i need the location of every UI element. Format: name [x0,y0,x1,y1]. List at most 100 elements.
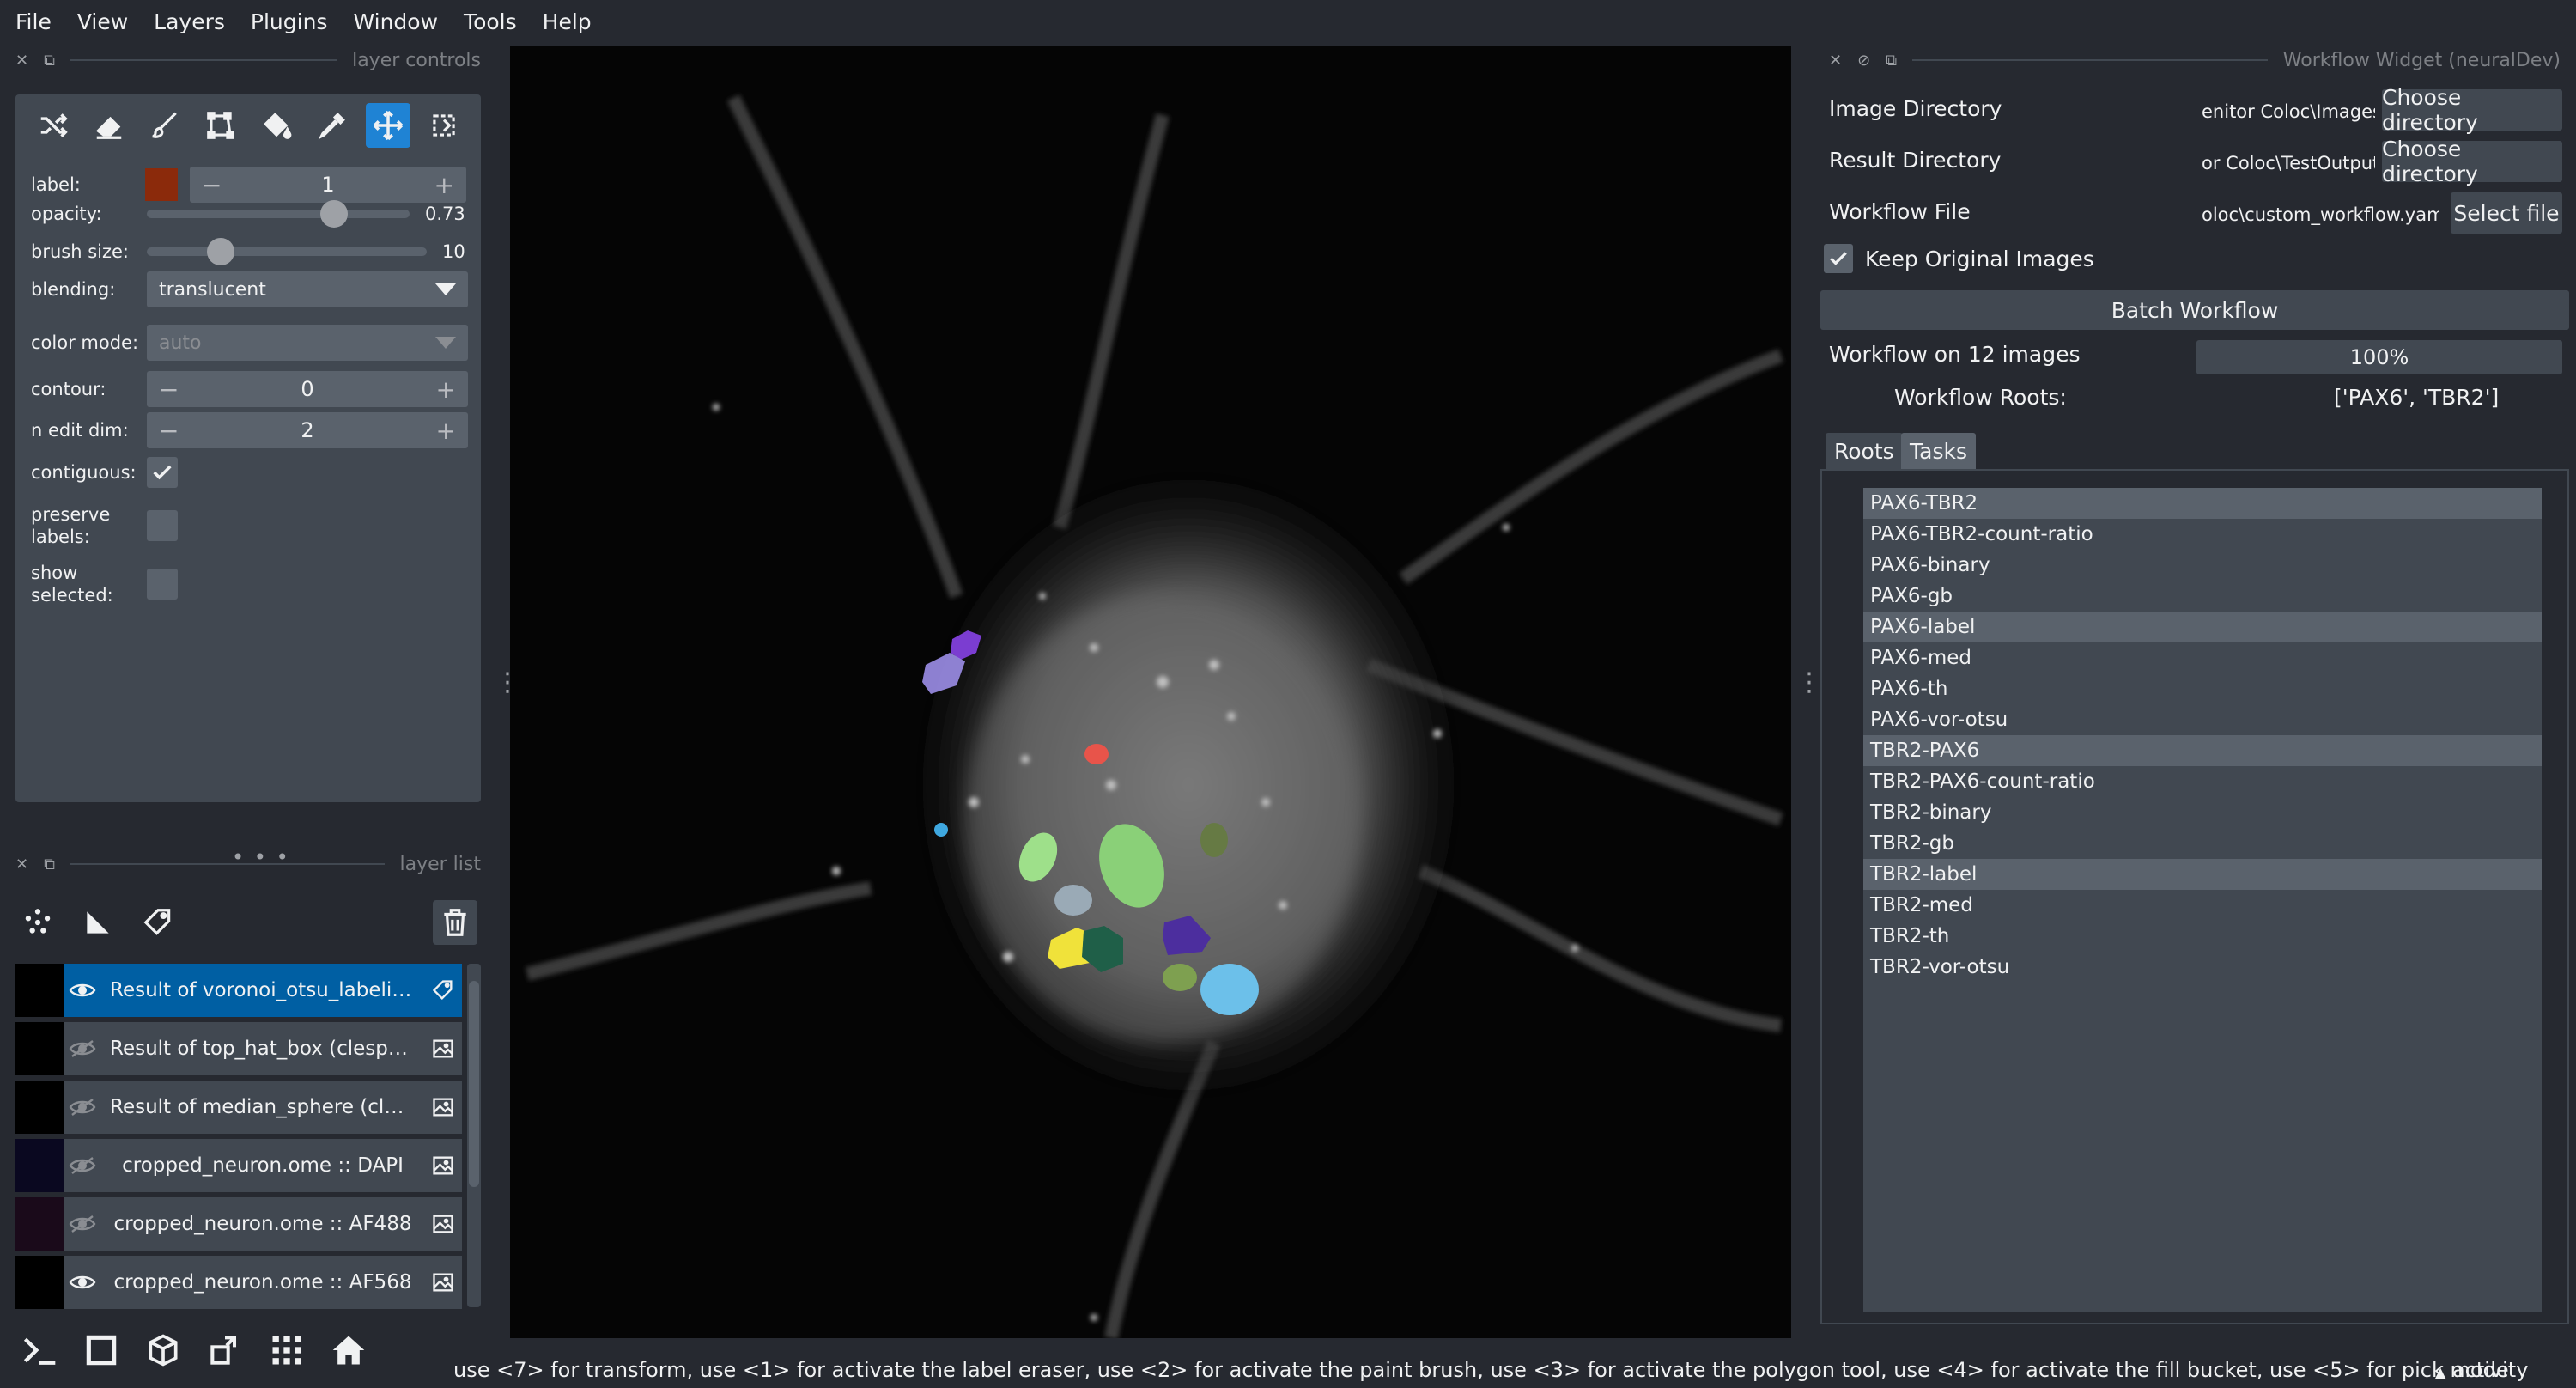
roots-row: Workflow Roots: [1894,385,2067,410]
delete-layer-button[interactable] [433,900,477,945]
task-item[interactable]: TBR2-binary [1863,797,2542,828]
pin-dock-icon[interactable]: ⊘ [1857,52,1870,70]
task-item[interactable]: PAX6-th [1863,673,2542,704]
contiguous-checkbox[interactable] [147,457,178,488]
menu-plugins[interactable]: Plugins [251,9,328,34]
workflow-widget-header: ✕ ⊘ ⧉ Workflow Widget (neuralDev) [1814,45,2576,76]
show-selected-checkbox[interactable] [147,569,178,600]
task-item[interactable]: TBR2-vor-otsu [1863,952,2542,983]
increment-icon[interactable]: + [434,171,454,199]
opacity-slider[interactable] [147,200,410,228]
caret-up-icon: ▲ [2435,1364,2446,1380]
keep-original-checkbox[interactable] [1824,244,1853,273]
status-bar: use <7> for transform, use <1> for activ… [0,1352,2576,1388]
close-dock-icon[interactable]: ✕ [15,855,28,874]
label-color-swatch[interactable] [145,168,178,201]
image-directory-path[interactable]: enitor Coloc\Images [2196,93,2375,131]
task-item[interactable]: TBR2-th [1863,921,2542,952]
task-item[interactable]: TBR2-PAX6-count-ratio [1863,766,2542,797]
new-points-layer-button[interactable] [15,900,60,945]
image-canvas[interactable] [510,46,1791,1338]
layer-row[interactable]: Result of median_sphere (clesp... [15,1081,462,1134]
layer-row[interactable]: cropped_neuron.ome :: DAPI [15,1139,462,1192]
eraser-button[interactable] [87,103,131,148]
workflow-file-row: Workflow File [1829,199,1971,224]
menu-file[interactable]: File [15,9,52,34]
color-picker-button[interactable] [310,103,355,148]
contiguous-row: contiguous: [31,457,178,488]
eye-closed-icon[interactable] [64,1039,101,1058]
pan-zoom-button[interactable] [366,103,410,148]
eye-open-icon[interactable] [64,981,101,1000]
decrement-icon[interactable]: − [159,417,179,445]
color-mode-value: auto [159,332,202,354]
task-item[interactable]: PAX6-vor-otsu [1863,704,2542,735]
float-dock-icon[interactable]: ⧉ [44,855,55,874]
image-icon [424,1154,462,1178]
shuffle-colors-button[interactable] [31,103,76,148]
menu-window[interactable]: Window [353,9,438,34]
workflow-file-label: Workflow File [1829,199,1971,224]
blending-dropdown[interactable]: translucent [147,271,468,307]
label-spinbox[interactable]: − 1 + [190,167,466,203]
brush-size-label: brush size: [31,241,129,262]
menu-tools[interactable]: Tools [464,9,517,34]
task-item[interactable]: PAX6-binary [1863,550,2542,581]
layer-row[interactable]: cropped_neuron.ome :: AF488 [15,1197,462,1251]
polygon-tool-button[interactable] [198,103,243,148]
preserve-labels-label: preserve labels: [31,504,111,547]
activity-button[interactable]: ▲ activity [2435,1358,2528,1382]
task-item[interactable]: TBR2-PAX6 [1863,735,2542,766]
batch-workflow-button[interactable]: Batch Workflow [1820,290,2569,330]
float-dock-icon[interactable]: ⧉ [44,52,55,70]
layer-row[interactable]: Result of voronoi_otsu_labelin... [15,964,462,1017]
color-mode-dropdown[interactable]: auto [147,325,468,361]
eraser-icon [95,116,122,139]
decrement-icon[interactable]: − [159,375,179,404]
layer-row[interactable]: Result of top_hat_box (clesper... [15,1022,462,1075]
task-item[interactable]: PAX6-gb [1863,581,2542,612]
new-labels-layer-button[interactable] [136,900,180,945]
menu-help[interactable]: Help [543,9,592,34]
transform-button[interactable] [422,103,466,148]
tab-roots[interactable]: Roots [1826,433,1903,469]
task-item[interactable]: PAX6-TBR2-count-ratio [1863,519,2542,550]
eye-closed-icon[interactable] [64,1098,101,1117]
menu-view[interactable]: View [77,9,128,34]
task-item[interactable]: TBR2-med [1863,890,2542,921]
task-item[interactable]: PAX6-med [1863,642,2542,673]
eye-closed-icon[interactable] [64,1214,101,1233]
brush-size-slider[interactable] [147,238,427,265]
choose-image-directory-button[interactable]: Choose directory [2382,85,2562,135]
new-shapes-layer-button[interactable] [76,900,120,945]
layer-row[interactable]: cropped_neuron.ome :: AF568 [15,1256,462,1309]
tasks-panel: PAX6-TBR2 PAX6-TBR2-count-ratio PAX6-binar… [1820,469,2569,1324]
tab-tasks[interactable]: Tasks [1901,433,1976,469]
task-item[interactable]: TBR2-gb [1863,828,2542,859]
float-dock-icon[interactable]: ⧉ [1886,52,1897,70]
decrement-icon[interactable]: − [202,171,222,199]
result-directory-path[interactable]: or Coloc\TestOutput [2196,144,2375,182]
polygon-icon [207,112,234,139]
layer-list-scrollbar[interactable] [467,964,481,1307]
increment-icon[interactable]: + [436,417,456,445]
contour-spinbox[interactable]: − 0 + [147,371,468,407]
preserve-labels-checkbox[interactable] [147,510,178,541]
workflow-file-path[interactable]: oloc\custom_workflow.yaml [2196,196,2439,234]
paint-brush-button[interactable] [143,103,187,148]
n-edit-dim-spinbox[interactable]: − 2 + [147,412,468,448]
choose-result-directory-button[interactable]: Choose directory [2382,137,2562,186]
eye-closed-icon[interactable] [64,1156,101,1175]
menu-layers[interactable]: Layers [154,9,225,34]
select-file-button[interactable]: Select file [2451,192,2562,234]
opacity-slider-handle[interactable] [320,200,348,228]
task-item[interactable]: TBR2-label [1863,859,2542,890]
close-dock-icon[interactable]: ✕ [1829,52,1842,70]
eye-open-icon[interactable] [64,1273,101,1292]
increment-icon[interactable]: + [436,375,456,404]
fill-bucket-button[interactable] [254,103,299,148]
task-item[interactable]: PAX6-label [1863,612,2542,642]
task-item[interactable]: PAX6-TBR2 [1863,488,2542,519]
brush-size-slider-handle[interactable] [207,238,234,265]
close-dock-icon[interactable]: ✕ [15,52,28,70]
